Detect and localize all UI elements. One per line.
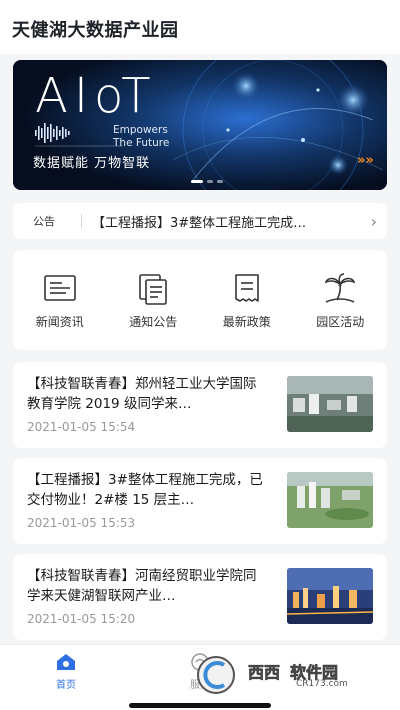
banner-arrows-icon: »» (357, 153, 374, 168)
news-title: 【科技智联青春】郑州轻工业大学国际教育学院 2019 级同学来… (27, 376, 257, 412)
news-date: 2021-01-05 15:20 (27, 612, 136, 626)
news-thumbnail (287, 568, 373, 624)
app-header: 天健湖大数据产业园 (0, 0, 400, 54)
watermark-text: 西西 (248, 663, 281, 683)
watermark-logo-icon (197, 656, 235, 694)
quick-link-label: 最新政策 (222, 315, 271, 329)
news-card[interactable]: 【工程播报】3#整体工程施工完成，已交付物业！2#楼 15 层主… 2021-0… (13, 458, 387, 544)
banner-carousel[interactable]: AIoT Empowers The Future 数据赋能 万物智联 »» (13, 60, 387, 190)
news-card[interactable]: 【科技智联青春】河南经贸职业学院同学来天健湖智联网产业… 2021-01-05 … (13, 554, 387, 640)
news-date: 2021-01-05 15:54 (27, 420, 136, 434)
banner-logo-text: AIoT (35, 68, 157, 124)
carousel-indicator[interactable] (191, 180, 223, 183)
news-title: 【科技智联青春】河南经贸职业学院同学来天健湖智联网产业… (27, 568, 257, 604)
home-icon (57, 654, 75, 670)
banner-sub-line1: Empowers (113, 124, 168, 136)
palm-tree-icon (324, 273, 356, 303)
news-thumbnail (287, 376, 373, 432)
banner-sub-line2: The Future (113, 137, 170, 149)
home-indicator (129, 703, 271, 708)
news-date: 2021-01-05 15:53 (27, 516, 136, 530)
quick-link-notices[interactable]: 通知公告 (107, 250, 201, 350)
quick-links: 新闻资讯 通知公告 最新政策 园区活动 (13, 250, 387, 350)
notice-doc-icon (139, 274, 168, 305)
quick-link-label: 园区活动 (316, 315, 365, 329)
tab-home[interactable]: 首页 (26, 651, 106, 691)
quick-link-news[interactable]: 新闻资讯 (13, 250, 107, 350)
news-card[interactable]: 【科技智联青春】郑州轻工业大学国际教育学院 2019 级同学来… 2021-01… (13, 362, 387, 448)
quick-link-label: 通知公告 (129, 315, 178, 329)
chevron-right-icon[interactable]: › (359, 212, 377, 231)
notice-tag: 公告 (33, 215, 55, 228)
newspaper-icon (43, 275, 76, 301)
carousel-dot[interactable] (191, 180, 203, 183)
carousel-dot[interactable] (207, 180, 213, 183)
news-title: 【工程播报】3#整体工程施工完成，已交付物业！2#楼 15 层主… (27, 472, 263, 508)
notice-text[interactable]: 【工程播报】3#整体工程施工完成… (92, 212, 359, 231)
news-thumbnail (287, 472, 373, 528)
page-title: 天健湖大数据产业园 (12, 20, 179, 41)
notice-bar[interactable]: 公告 【工程播报】3#整体工程施工完成… › (13, 203, 387, 239)
quick-link-policy[interactable]: 最新政策 (200, 250, 294, 350)
banner-slogan: 数据赋能 万物智联 (33, 156, 151, 171)
notice-divider (81, 214, 82, 228)
quick-link-label: 新闻资讯 (35, 315, 84, 329)
tab-home-label: 首页 (56, 680, 76, 691)
watermark-url: CR173.com (296, 679, 348, 689)
watermark: 西西 软件园 CR173.com (186, 653, 396, 697)
banner-subtitle: Empowers The Future (113, 124, 169, 150)
carousel-dot[interactable] (217, 180, 223, 183)
quick-link-activities[interactable]: 园区活动 (294, 250, 388, 350)
policy-doc-icon (234, 274, 259, 302)
